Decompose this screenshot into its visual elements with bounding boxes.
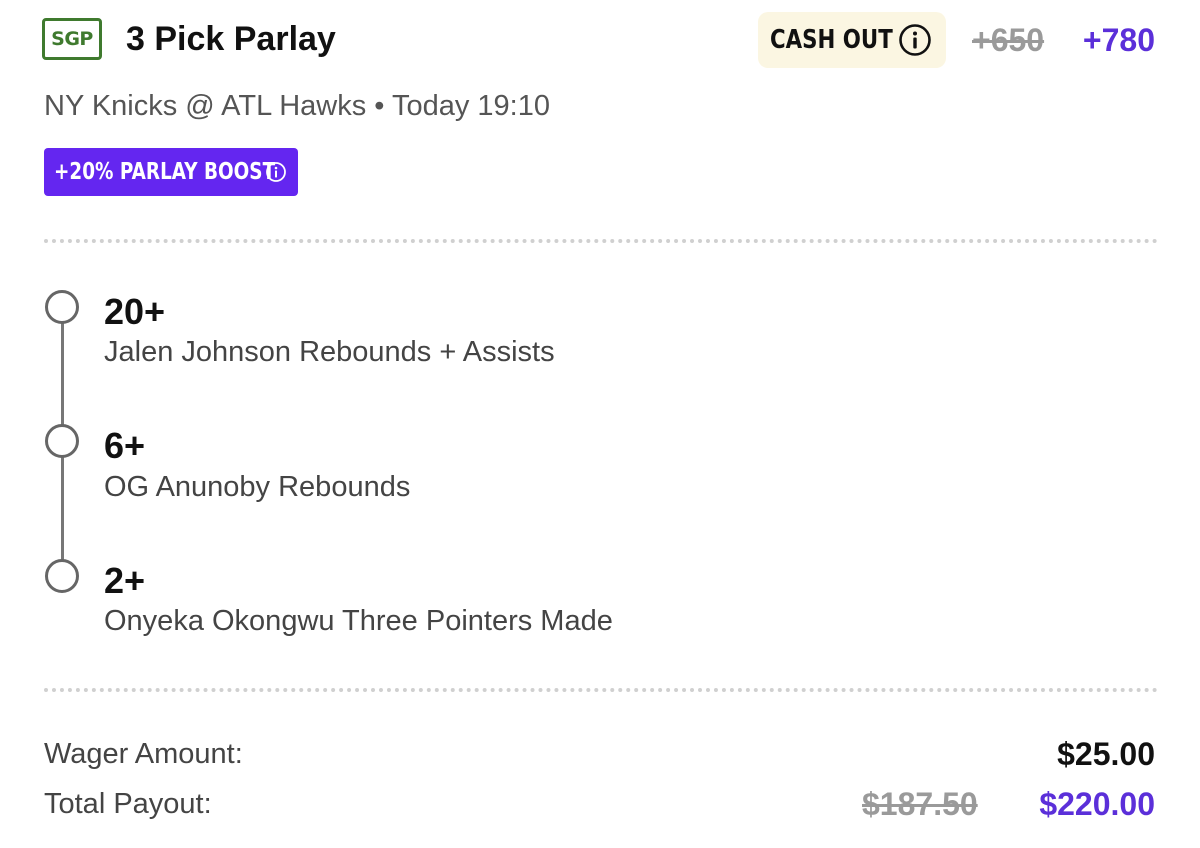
matchup-info: NY Knicks @ ATL Hawks • Today 19:10: [44, 90, 550, 122]
boosted-payout: $220.00: [1039, 786, 1155, 822]
original-payout: $187.50: [862, 786, 978, 822]
wager-value: $25.00: [1057, 736, 1155, 772]
cash-out-label: CASH OUT: [770, 25, 893, 55]
leg-line: 2+: [104, 560, 146, 601]
wager-label: Wager Amount:: [44, 738, 243, 770]
leg-status-icon: [45, 559, 79, 593]
info-icon[interactable]: [898, 23, 932, 57]
payout-label: Total Payout:: [44, 788, 212, 820]
bet-title: 3 Pick Parlay: [126, 20, 336, 58]
boosted-odds: +780: [1082, 22, 1155, 58]
parlay-boost-label: +20% PARLAY BOOST: [54, 159, 276, 185]
leg-line: 6+: [104, 425, 146, 466]
leg-line: 20+: [104, 291, 166, 332]
leg-description: Jalen Johnson Rebounds + Assists: [104, 336, 555, 368]
sgp-badge: SGP: [42, 18, 102, 60]
divider: [44, 688, 1158, 692]
leg-status-icon: [45, 424, 79, 458]
leg-description: OG Anunoby Rebounds: [104, 471, 411, 503]
leg-status-icon: [45, 290, 79, 324]
leg-description: Onyeka Okongwu Three Pointers Made: [104, 605, 613, 637]
parlay-boost-badge[interactable]: +20% PARLAY BOOST: [44, 148, 298, 196]
divider: [44, 239, 1158, 243]
cash-out-button[interactable]: CASH OUT: [758, 12, 946, 68]
info-icon[interactable]: [265, 161, 287, 183]
original-odds: +650: [972, 22, 1045, 58]
